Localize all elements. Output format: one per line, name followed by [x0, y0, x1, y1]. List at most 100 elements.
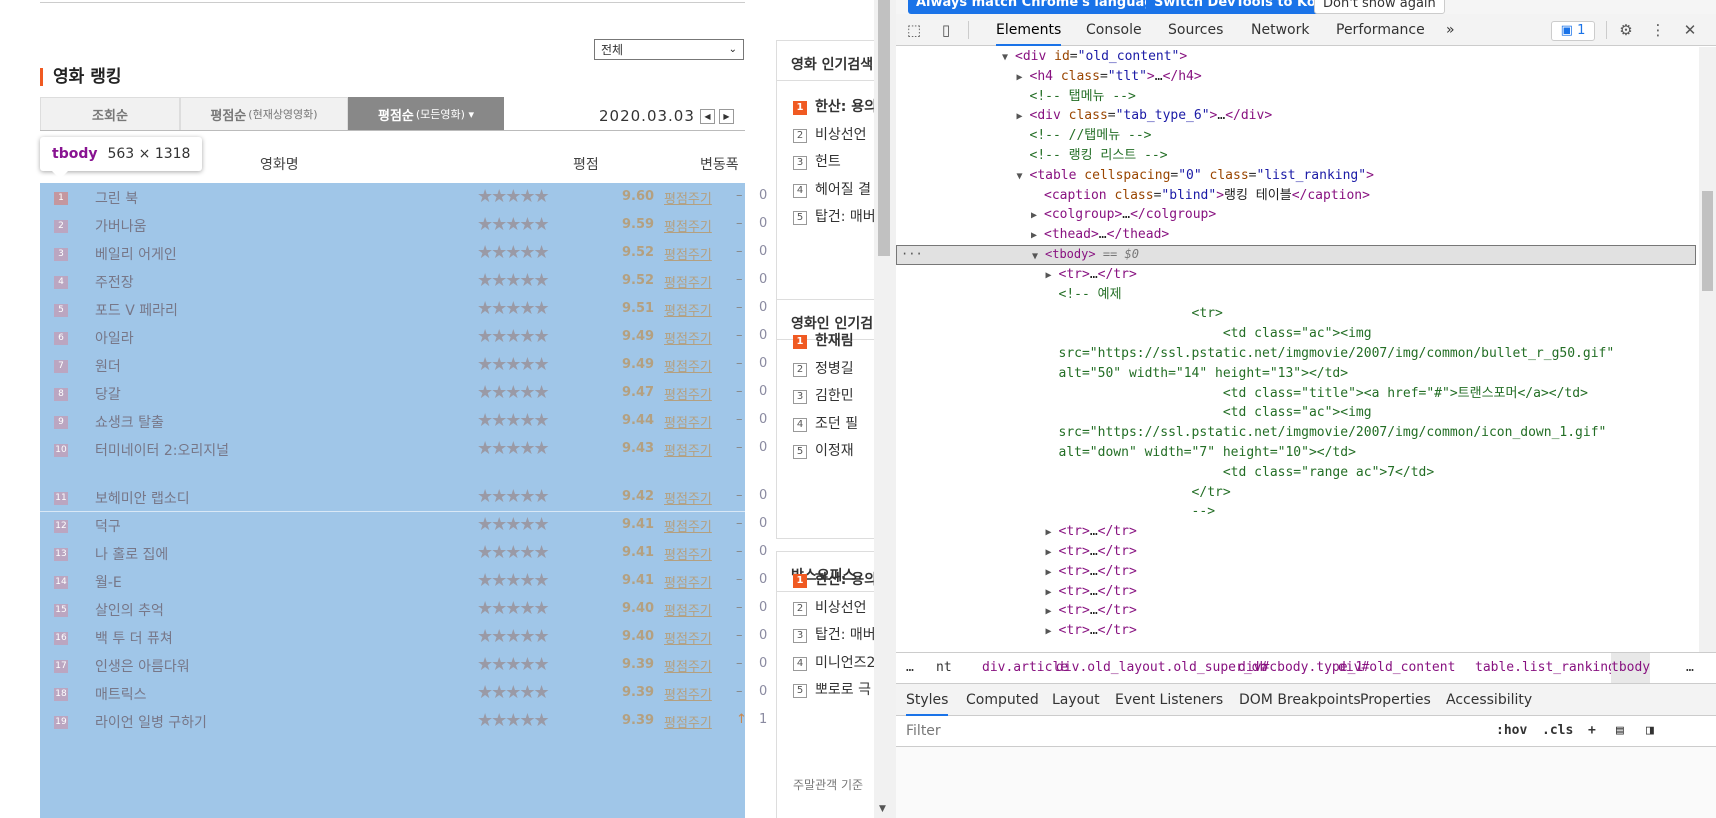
- match-chrome-language-button[interactable]: Always match Chrome's language: [908, 0, 1171, 14]
- dom-node-line[interactable]: <caption class="blind">랭킹 테이블</caption>: [896, 186, 1696, 206]
- expand-triangle-icon[interactable]: ▶: [1017, 107, 1023, 127]
- panel-list-item[interactable]: 2 정병길: [793, 358, 854, 378]
- dom-node-line[interactable]: src="https://ssl.pstatic.net/imgmovie/20…: [896, 344, 1696, 364]
- movie-title-link[interactable]: 보헤미안 랩소디: [95, 488, 190, 508]
- dom-node-line[interactable]: <!-- 예제: [896, 285, 1696, 305]
- rate-movie-link[interactable]: 평점주기: [664, 300, 712, 319]
- tab-event-listeners[interactable]: Event Listeners: [1115, 684, 1223, 716]
- dom-node-line[interactable]: ▶ <div class="tab_type_6">…</div>: [896, 106, 1696, 126]
- panel-list-item[interactable]: 5 이정재: [793, 440, 854, 460]
- expand-triangle-icon[interactable]: ▶: [1046, 622, 1052, 642]
- dont-show-again-button[interactable]: Don't show again: [1314, 0, 1445, 14]
- rate-movie-link[interactable]: 평점주기: [664, 600, 712, 619]
- dom-node-line[interactable]: <td class="range ac">7</td>: [896, 463, 1696, 483]
- breadcrumb-item[interactable]: tbody: [1611, 653, 1651, 683]
- breadcrumb-item[interactable]: table.list_ranking: [1475, 653, 1616, 683]
- class-toggle[interactable]: .cls: [1542, 716, 1573, 746]
- movie-title-link[interactable]: 주전장: [95, 272, 134, 292]
- dom-node-selected[interactable]: ··· ▼ <tbody> == $0: [896, 245, 1696, 265]
- dom-node-line[interactable]: src="https://ssl.pstatic.net/imgmovie/20…: [896, 423, 1696, 443]
- movie-title-link[interactable]: 쇼생크 탈출: [95, 412, 164, 432]
- movie-title-link[interactable]: 아일라: [95, 328, 134, 348]
- dom-node-line[interactable]: <!-- 탭메뉴 -->: [896, 87, 1696, 107]
- panel-list-item[interactable]: 3 탑건: 매버: [793, 624, 874, 644]
- expand-triangle-icon[interactable]: ▶: [1031, 206, 1037, 226]
- panel-list-item[interactable]: 4 조던 필: [793, 413, 858, 433]
- expand-triangle-icon[interactable]: ▼: [1017, 167, 1023, 187]
- rate-movie-link[interactable]: 평점주기: [664, 412, 712, 431]
- rate-movie-link[interactable]: 평점주기: [664, 216, 712, 235]
- movie-title-link[interactable]: 나 홀로 집에: [95, 544, 168, 564]
- rate-movie-link[interactable]: 평점주기: [664, 684, 712, 703]
- tab-performance[interactable]: Performance: [1336, 14, 1425, 46]
- dom-node-line[interactable]: </tr>: [896, 483, 1696, 503]
- rate-movie-link[interactable]: 평점주기: [664, 188, 712, 207]
- tab-properties[interactable]: Properties: [1360, 684, 1431, 716]
- rate-movie-link[interactable]: 평점주기: [664, 244, 712, 263]
- tab-score-current[interactable]: 평점순 (현재상영영화): [180, 97, 348, 130]
- expand-triangle-icon[interactable]: ▶: [1031, 226, 1037, 246]
- expand-triangle-icon[interactable]: ▶: [1046, 583, 1052, 603]
- hover-state-toggle[interactable]: :hov: [1496, 716, 1527, 746]
- dom-node-line[interactable]: ▶ <thead>…</thead>: [896, 225, 1696, 245]
- breadcrumb-item[interactable]: …: [1686, 653, 1694, 683]
- panel-list-item[interactable]: 2 비상선언: [793, 597, 867, 617]
- movie-title-link[interactable]: 가버나움: [95, 216, 147, 236]
- inspect-element-icon[interactable]: ⬚: [904, 21, 924, 39]
- movie-title-link[interactable]: 원더: [95, 356, 121, 376]
- panel-list-item[interactable]: 1 한산: 용의: [793, 96, 874, 116]
- tab-accessibility[interactable]: Accessibility: [1446, 684, 1532, 716]
- movie-title-link[interactable]: 포드 V 페라리: [95, 300, 178, 320]
- rate-movie-link[interactable]: 평점주기: [664, 656, 712, 675]
- rate-movie-link[interactable]: 평점주기: [664, 272, 712, 291]
- dom-node-line[interactable]: ▶ <h4 class="tlt">…</h4>: [896, 67, 1696, 87]
- rate-movie-link[interactable]: 평점주기: [664, 544, 712, 563]
- prev-date-button[interactable]: ◀: [700, 109, 715, 124]
- rate-movie-link[interactable]: 평점주기: [664, 712, 712, 731]
- node-options-icon[interactable]: ···: [901, 245, 923, 265]
- dom-node-line[interactable]: ▶ <tr>…</tr>: [896, 542, 1696, 562]
- expand-triangle-icon[interactable]: ▶: [1046, 523, 1052, 543]
- dom-node-line[interactable]: <!-- 랭킹 리스트 -->: [896, 146, 1696, 166]
- dom-node-line[interactable]: -->: [896, 502, 1696, 522]
- expand-triangle-icon[interactable]: ▶: [1046, 563, 1052, 583]
- rate-movie-link[interactable]: 평점주기: [664, 488, 712, 507]
- rate-movie-link[interactable]: 평점주기: [664, 440, 712, 459]
- breadcrumb-item[interactable]: nt: [936, 653, 952, 683]
- dom-node-line[interactable]: alt="50" width="14" height="13"></td>: [896, 364, 1696, 384]
- dom-node-line[interactable]: ▶ <tr>…</tr>: [896, 562, 1696, 582]
- next-date-button[interactable]: ▶: [719, 109, 734, 124]
- panel-list-item[interactable]: 5 뽀로로 극: [793, 679, 871, 699]
- expand-triangle-icon[interactable]: ▶: [1046, 266, 1052, 286]
- expand-triangle-icon[interactable]: ▼: [1002, 48, 1008, 68]
- breadcrumb-item[interactable]: div.old_layout.old_super_db: [1056, 653, 1267, 683]
- web-scrollbar[interactable]: ▼: [874, 0, 896, 818]
- settings-gear-icon[interactable]: ⚙: [1616, 21, 1636, 39]
- panel-list-item[interactable]: 4 미니언즈2: [793, 652, 874, 672]
- movie-title-link[interactable]: 덕구: [95, 516, 121, 536]
- dom-node-line[interactable]: ▶ <tr>…</tr>: [896, 621, 1696, 641]
- dom-node-line[interactable]: <tr>: [896, 304, 1696, 324]
- dom-node-line[interactable]: ▶ <tr>…</tr>: [896, 582, 1696, 602]
- panel-list-item[interactable]: 1 한재림: [793, 330, 854, 350]
- panel-list-item[interactable]: 2 비상선언: [793, 124, 867, 144]
- expand-triangle-icon[interactable]: ▶: [1017, 68, 1023, 88]
- dom-node-line[interactable]: ▼ <table cellspacing="0" class="list_rank…: [896, 166, 1696, 186]
- dom-node-line[interactable]: <td class="ac"><img: [896, 403, 1696, 423]
- close-icon[interactable]: ✕: [1680, 21, 1700, 39]
- scroll-down-arrow-icon[interactable]: ▼: [879, 804, 886, 814]
- expand-triangle-icon[interactable]: ▶: [1046, 602, 1052, 622]
- panel-list-item[interactable]: 4 헤어질 결: [793, 179, 871, 199]
- movie-title-link[interactable]: 월-E: [95, 572, 122, 592]
- breadcrumb-item[interactable]: div#old_content: [1338, 653, 1455, 683]
- dom-node-line[interactable]: <td class="ac"><img: [896, 324, 1696, 344]
- panel-list-item[interactable]: 3 헌트: [793, 151, 841, 171]
- dom-node-line[interactable]: ▶ <tr>…</tr>: [896, 522, 1696, 542]
- web-scrollbar-thumb[interactable]: [878, 0, 890, 256]
- movie-title-link[interactable]: 살인의 추억: [95, 600, 164, 620]
- sidebar-toggle-icon[interactable]: ◨: [1646, 716, 1654, 746]
- movie-title-link[interactable]: 라이언 일병 구하기: [95, 712, 207, 732]
- dom-node-line[interactable]: ▶ <colgroup>…</colgroup>: [896, 205, 1696, 225]
- rate-movie-link[interactable]: 평점주기: [664, 516, 712, 535]
- movie-title-link[interactable]: 매트릭스: [95, 684, 147, 704]
